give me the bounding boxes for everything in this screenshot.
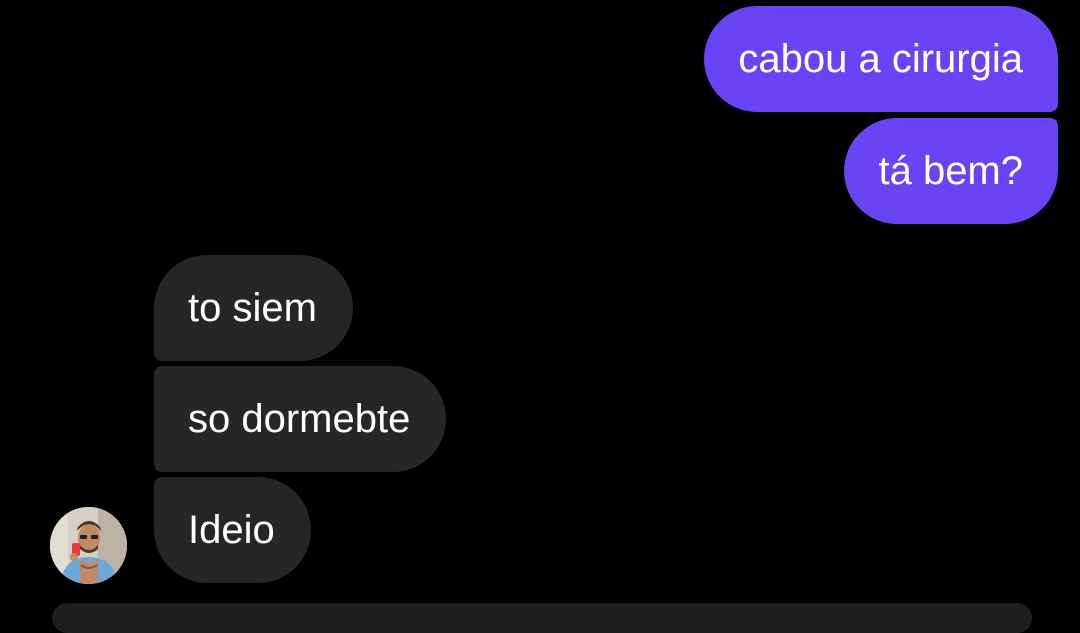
incoming-message-bubble[interactable]: Ideio xyxy=(154,477,311,583)
sender-avatar[interactable] xyxy=(50,507,127,584)
outgoing-message-bubble[interactable]: cabou a cirurgia xyxy=(704,6,1058,112)
outgoing-message-bubble[interactable]: tá bem? xyxy=(844,118,1058,224)
incoming-message-bubble[interactable]: so dormebte xyxy=(154,366,447,472)
message-composer[interactable] xyxy=(52,603,1032,633)
incoming-message-bubble[interactable]: to siem xyxy=(154,255,353,361)
profile-photo-icon xyxy=(50,507,127,584)
